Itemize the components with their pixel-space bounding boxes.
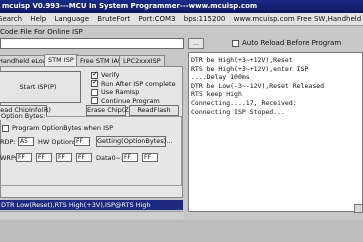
start-isp-button[interactable]: Start ISP(P) <box>0 71 81 103</box>
wrp-field[interactable]: FF <box>36 153 52 162</box>
code-file-label: Code File For Online ISP <box>0 28 83 36</box>
horizontal-scrollbar[interactable] <box>0 211 183 219</box>
run-after-label: Run After ISP complete <box>101 79 176 88</box>
auto-reload-label: Auto Reload Before Program <box>242 39 342 47</box>
hw-options-field[interactable]: FF <box>74 137 90 146</box>
log-line: RTS keep High <box>191 90 242 99</box>
menu-language[interactable]: Language <box>55 15 90 23</box>
tab-stm-isp[interactable]: STM ISP <box>44 54 78 66</box>
option-bytes-title: Option Bytes: <box>0 112 47 120</box>
data-label: Data0~3 <box>96 154 126 162</box>
log-output: DTR be High(+3~+12V),Reset RTS be High(+3… <box>188 52 363 212</box>
window-bottom-edge <box>0 220 363 242</box>
run-after-option[interactable]: Run After ISP complete <box>91 78 176 89</box>
wrp-field[interactable]: FF <box>76 153 92 162</box>
checkbox-icon[interactable] <box>91 78 98 87</box>
use-ramisp-option[interactable]: Use RamIsp <box>91 88 176 97</box>
log-line: Connecting....17, Received: <box>191 98 297 107</box>
program-optionbytes-label: Program OptionBytes when ISP <box>12 124 114 132</box>
verify-option[interactable]: Verify <box>91 70 176 80</box>
checkbox-icon[interactable] <box>91 88 98 96</box>
wrp-field[interactable]: FF <box>16 153 32 162</box>
scroll-down-button[interactable] <box>354 204 363 213</box>
isp-options: Verify Run After ISP complete Use RamIsp… <box>91 70 176 106</box>
menu-port[interactable]: Port:COM3 <box>138 15 175 23</box>
checkbox-icon[interactable] <box>91 97 98 104</box>
menu-website[interactable]: www.mcuisp.com Free SW,Handheld ISP Prog… <box>234 15 363 23</box>
log-line: DTR be Low(-3~-12V),Reset Released <box>191 81 325 90</box>
menu-search[interactable]: Search <box>0 15 22 23</box>
stm-isp-panel: Start ISP(P) Verify Run After ISP comple… <box>0 66 183 198</box>
program-optionbytes-checkbox[interactable]: Program OptionBytes when ISP <box>2 124 113 132</box>
erase-chip-button[interactable]: Erase Chip(Z) <box>86 105 131 116</box>
use-ramisp-label: Use RamIsp <box>101 88 140 96</box>
auto-reload-checkbox[interactable]: Auto Reload Before Program <box>232 39 341 47</box>
rdp-field[interactable]: A5 <box>18 137 34 146</box>
log-line: ....Delay 100ms <box>191 73 250 82</box>
checkbox-icon[interactable] <box>2 124 9 132</box>
data-field[interactable]: FF <box>142 153 158 162</box>
tab-lpc2xxx-isp[interactable]: LPC2xxxISP <box>119 55 165 66</box>
option-bytes-group: Option Bytes: Program OptionBytes when I… <box>0 112 182 186</box>
read-flash-button[interactable]: ReadFlash <box>129 105 179 116</box>
data-field[interactable]: FF <box>122 153 138 162</box>
getting-optionbytes-button[interactable]: Getting(OptionBytes)... <box>96 136 172 147</box>
log-line: Connecting ISP Stoped... <box>191 107 285 116</box>
menu-brutefort[interactable]: BruteFort <box>97 15 130 23</box>
continue-program-label: Continue Program <box>101 96 160 105</box>
rdp-label: RDP: <box>0 138 16 146</box>
menu-help[interactable]: Help <box>30 15 46 23</box>
code-file-input[interactable] <box>0 38 184 49</box>
checkbox-icon[interactable] <box>232 39 239 47</box>
browse-button[interactable]: ... <box>188 38 204 49</box>
hw-options-label: HW Options: <box>38 138 79 146</box>
wrp-field[interactable]: FF <box>56 153 72 162</box>
dtr-rts-mode-select[interactable]: DTR Low(Reset),RTS High(+3V),ISP@RTS Hig… <box>0 200 183 210</box>
log-line: DTR be High(+3~+12V),Reset <box>191 56 293 64</box>
window-title: mcuisp V0.993---MCU In System Programmer… <box>0 0 363 13</box>
menu-bps[interactable]: bps:115200 <box>184 15 226 23</box>
continue-program-option[interactable]: Continue Program <box>91 97 176 106</box>
verify-label: Verify <box>101 71 120 79</box>
log-line: RTS be High(+3~+12V),enter ISP <box>191 64 309 73</box>
menu-bar: Search Help Language BruteFort Port:COM3… <box>0 13 363 26</box>
